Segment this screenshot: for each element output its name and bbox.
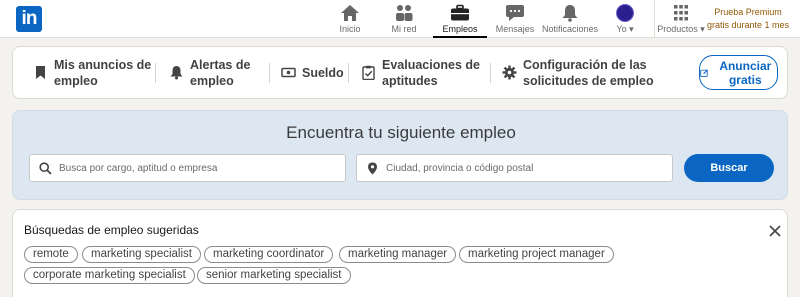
suggestion-pill[interactable]: corporate marketing specialist: [24, 267, 195, 284]
suggestion-pill[interactable]: marketing project manager: [459, 246, 614, 263]
jobs-shortcuts-card: Mis anuncios de empleo Alertas de empleo…: [12, 46, 788, 99]
tab-job-alerts[interactable]: Alertas de empleo: [169, 47, 273, 98]
tab-skill-assessments[interactable]: Evaluaciones de aptitudes: [361, 47, 491, 98]
tab-label-job-alerts: Alertas de empleo: [190, 57, 251, 88]
suggestion-pill[interactable]: marketing specialist: [82, 246, 201, 263]
suggestion-pill[interactable]: marketing coordinator: [204, 246, 334, 263]
keyword-search-input[interactable]: Busca por cargo, aptitud o empresa: [29, 154, 346, 182]
global-nav: in Inicio Mi red Empleos Mensajes Notifi…: [0, 0, 800, 38]
linkedin-logo[interactable]: in: [16, 6, 42, 32]
location-placeholder: Ciudad, provincia o código postal: [386, 162, 534, 174]
bell-icon: [170, 66, 183, 80]
network-icon: [396, 5, 413, 21]
premium-trial-link[interactable]: Prueba Premium gratis durante 1 mes: [703, 6, 793, 32]
tab-divider: [269, 63, 270, 83]
nav-item-network[interactable]: Mi red: [386, 0, 422, 38]
suggestion-pill[interactable]: remote: [24, 246, 78, 263]
post-job-button[interactable]: Anunciar gratis: [699, 55, 778, 90]
tab-application-settings[interactable]: Configuración de las solicitudes de empl…: [502, 47, 692, 98]
tab-my-jobs[interactable]: Mis anuncios de empleo: [33, 47, 158, 98]
tab-salary[interactable]: Sueldo: [281, 47, 351, 98]
nav-divider: [654, 0, 655, 38]
post-job-label: Anunciar gratis: [719, 58, 772, 87]
clipboard-check-icon: [362, 65, 375, 80]
nav-label-network: Mi red: [391, 24, 417, 34]
home-icon: [341, 5, 359, 21]
search-icon: [39, 161, 52, 175]
location-search-input[interactable]: Ciudad, provincia o código postal: [356, 154, 673, 182]
search-button[interactable]: Buscar: [684, 154, 774, 182]
location-pin-icon: [368, 162, 377, 174]
nav-label-messaging: Mensajes: [495, 24, 535, 34]
suggested-searches-card: Búsquedas de empleo sugeridas remote mar…: [12, 209, 788, 297]
tab-label-skill-assessments: Evaluaciones de aptitudes: [382, 57, 480, 88]
nav-label-notifications: Notificaciones: [542, 24, 599, 34]
money-icon: [281, 67, 296, 78]
nav-item-jobs[interactable]: Empleos: [433, 0, 487, 38]
bookmark-icon: [36, 66, 45, 79]
gear-icon: [502, 65, 517, 80]
grid-icon: [674, 5, 688, 21]
job-search-hero: Encuentra tu siguiente empleo Busca por …: [12, 110, 788, 200]
nav-label-products: Productos: [657, 24, 698, 34]
suggestion-pill[interactable]: senior marketing specialist: [197, 267, 351, 284]
nav-item-me[interactable]: Yo ▾: [609, 0, 641, 38]
tab-label-my-jobs: Mis anuncios de empleo: [54, 57, 152, 88]
nav-item-products[interactable]: Productos ▾: [656, 0, 706, 38]
tab-divider: [348, 63, 349, 83]
hero-title: Encuentra tu siguiente empleo: [286, 123, 516, 142]
tab-label-application-settings: Configuración de las solicitudes de empl…: [523, 57, 654, 88]
suggested-searches-title: Búsquedas de empleo sugeridas: [24, 223, 199, 237]
suggestion-pill[interactable]: marketing manager: [339, 246, 457, 263]
edit-icon: [700, 68, 708, 77]
nav-label-jobs: Empleos: [442, 24, 478, 34]
avatar: [616, 4, 634, 22]
tab-divider: [490, 63, 491, 83]
nav-item-home[interactable]: Inicio: [333, 0, 367, 38]
tab-label-salary: Sueldo: [302, 65, 344, 80]
nav-label-me: Yo: [616, 24, 627, 34]
close-icon[interactable]: [768, 224, 782, 238]
nav-label-home: Inicio: [339, 24, 361, 34]
nav-item-notifications[interactable]: Notificaciones: [542, 0, 598, 38]
keyword-placeholder: Busca por cargo, aptitud o empresa: [59, 162, 218, 174]
messaging-icon: [506, 5, 524, 21]
nav-item-messaging[interactable]: Mensajes: [495, 0, 535, 38]
briefcase-icon: [451, 4, 469, 21]
tab-divider: [155, 63, 156, 83]
bell-icon: [562, 5, 578, 22]
